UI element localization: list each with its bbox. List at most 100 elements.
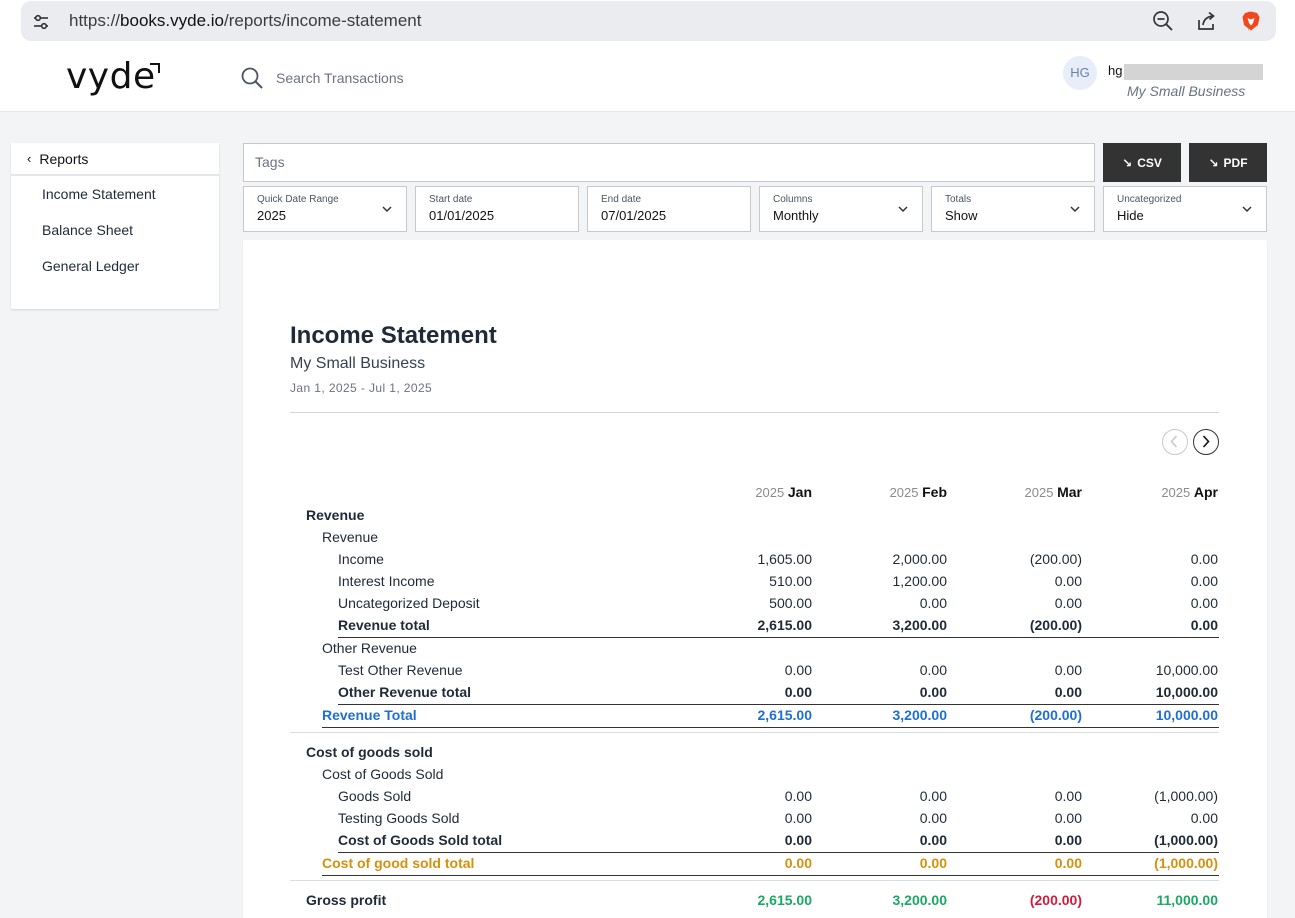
url-text[interactable]: https://books.vyde.io/reports/income-sta… xyxy=(69,11,421,31)
redacted-email xyxy=(1124,63,1263,80)
row-value: 2,000.00 xyxy=(892,551,948,567)
report-row: Revenue xyxy=(243,504,1267,526)
column-header: 2025 Mar xyxy=(952,484,1082,500)
chevron-down-icon xyxy=(1242,206,1252,213)
row-value: (200.00) xyxy=(1029,707,1082,723)
row-label: Revenue xyxy=(322,529,379,545)
row-value: 0.00 xyxy=(784,662,812,678)
row-value: 0.00 xyxy=(919,595,947,611)
url-host: books.vyde.io xyxy=(120,11,224,30)
browser-toolbar: https://books.vyde.io/reports/income-sta… xyxy=(0,0,1295,46)
vyde-logo[interactable]: vyde xyxy=(66,56,156,97)
row-value: 10,000.00 xyxy=(1155,662,1218,678)
reports-sidebar: ‹ Reports Income Statement Balance Sheet… xyxy=(11,143,219,309)
column-header: 2025 Feb xyxy=(817,484,947,500)
download-arrow-icon: ↘ xyxy=(1122,155,1133,170)
share-icon[interactable] xyxy=(1195,10,1217,32)
quick-date-range-select[interactable]: Quick Date Range 2025 xyxy=(243,186,407,232)
row-value: 510.00 xyxy=(769,573,812,589)
logo-corner-mark xyxy=(150,63,160,73)
row-label: Test Other Revenue xyxy=(338,662,463,678)
field-value: Monthly xyxy=(773,208,819,223)
brave-shield-icon[interactable] xyxy=(1240,10,1262,32)
chevron-left-icon xyxy=(1170,435,1178,448)
search-icon[interactable] xyxy=(240,66,264,90)
row-label: Cost of Goods Sold total xyxy=(338,832,503,848)
pdf-download-button[interactable]: ↘ PDF xyxy=(1189,143,1267,182)
report-row: Cost of goods sold xyxy=(243,741,1267,763)
report-row: Cost of Goods Sold total 0.00 0.00 0.00 (1,0… xyxy=(243,829,1267,851)
row-value: 0.00 xyxy=(1190,810,1218,826)
start-date-field[interactable]: Start date 01/01/2025 xyxy=(415,186,579,232)
row-value: 0.00 xyxy=(784,832,812,848)
columns-select[interactable]: Columns Monthly xyxy=(759,186,923,232)
report-row: Revenue total 2,615.00 3,200.00 (200.00) 0.0… xyxy=(243,614,1267,636)
chevron-left-icon: ‹ xyxy=(27,151,32,166)
app-header: vyde Search Transactions HG hgo My Small… xyxy=(0,46,1295,112)
row-label: Interest Income xyxy=(338,573,435,589)
row-value: 3,200.00 xyxy=(892,617,948,633)
field-label: End date xyxy=(601,194,642,205)
row-value: 0.00 xyxy=(1190,595,1218,611)
user-email[interactable]: hgo xyxy=(1108,63,1263,80)
previous-columns-button[interactable] xyxy=(1162,429,1188,455)
next-columns-button[interactable] xyxy=(1193,429,1219,455)
totals-select[interactable]: Totals Show xyxy=(931,186,1095,232)
column-year: 2025 xyxy=(1161,485,1194,500)
row-value: (1,000.00) xyxy=(1154,832,1218,848)
field-label: Totals xyxy=(945,194,972,205)
download-arrow-icon: ↘ xyxy=(1208,155,1219,170)
row-value: (1,000.00) xyxy=(1154,788,1218,804)
sidebar-item-income-statement[interactable]: Income Statement xyxy=(11,176,219,212)
row-value: 0.00 xyxy=(919,684,947,700)
row-value: 0.00 xyxy=(784,855,812,871)
tags-input[interactable]: Tags xyxy=(243,143,1095,182)
row-value: 2,615.00 xyxy=(757,617,813,633)
row-value: 1,605.00 xyxy=(757,551,813,567)
row-label: Income xyxy=(338,551,384,567)
row-label: Cost of goods sold xyxy=(306,744,433,760)
back-to-reports[interactable]: ‹ Reports xyxy=(11,143,219,176)
row-value: 0.00 xyxy=(1054,684,1082,700)
row-value: 0.00 xyxy=(1054,595,1082,611)
report-row: Cost of Goods Sold xyxy=(243,763,1267,785)
row-value: 0.00 xyxy=(919,855,947,871)
row-label: Other Revenue total xyxy=(338,684,472,700)
column-month: Feb xyxy=(922,484,947,500)
site-settings-icon[interactable] xyxy=(32,13,50,31)
chevron-down-icon xyxy=(382,206,392,213)
row-value: 0.00 xyxy=(784,788,812,804)
address-bar[interactable]: https://books.vyde.io/reports/income-sta… xyxy=(21,1,1276,41)
row-value: 0.00 xyxy=(1054,855,1082,871)
row-value: (1,000.00) xyxy=(1154,855,1218,871)
zoom-out-icon[interactable] xyxy=(1152,10,1174,32)
field-value: Show xyxy=(945,208,978,223)
csv-download-button[interactable]: ↘ CSV xyxy=(1103,143,1181,182)
divider xyxy=(290,412,1219,413)
report-card: Income Statement My Small Business Jan 1… xyxy=(243,240,1267,918)
row-value: 2,615.00 xyxy=(757,707,813,723)
row-label: Revenue Total xyxy=(322,707,417,723)
row-value: 0.00 xyxy=(1190,551,1218,567)
sidebar-item-balance-sheet[interactable]: Balance Sheet xyxy=(11,212,219,248)
end-date-field[interactable]: End date 07/01/2025 xyxy=(587,186,751,232)
sidebar-item-general-ledger[interactable]: General Ledger xyxy=(11,248,219,284)
report-row: Revenue xyxy=(243,526,1267,548)
row-value: 0.00 xyxy=(1054,788,1082,804)
url-path: /reports/income-statement xyxy=(223,11,422,30)
row-value: 2,615.00 xyxy=(757,892,813,908)
report-row: Income 1,605.00 2,000.00 (200.00) 0.00 xyxy=(243,548,1267,570)
report-title: Income Statement xyxy=(290,322,497,349)
uncategorized-select[interactable]: Uncategorized Hide xyxy=(1103,186,1267,232)
field-label: Start date xyxy=(429,194,473,205)
search-input[interactable]: Search Transactions xyxy=(276,70,404,86)
row-value: 1,200.00 xyxy=(892,573,948,589)
row-value: 10,000.00 xyxy=(1155,707,1218,723)
row-value: 0.00 xyxy=(1190,617,1218,633)
row-value: 500.00 xyxy=(769,595,812,611)
row-label: Cost of Goods Sold xyxy=(322,766,444,782)
row-label: Other Revenue xyxy=(322,640,417,656)
avatar[interactable]: HG xyxy=(1063,56,1097,90)
row-value: 0.00 xyxy=(1190,573,1218,589)
report-row: Cost of good sold total 0.00 0.00 0.00 (1,00… xyxy=(243,852,1267,874)
